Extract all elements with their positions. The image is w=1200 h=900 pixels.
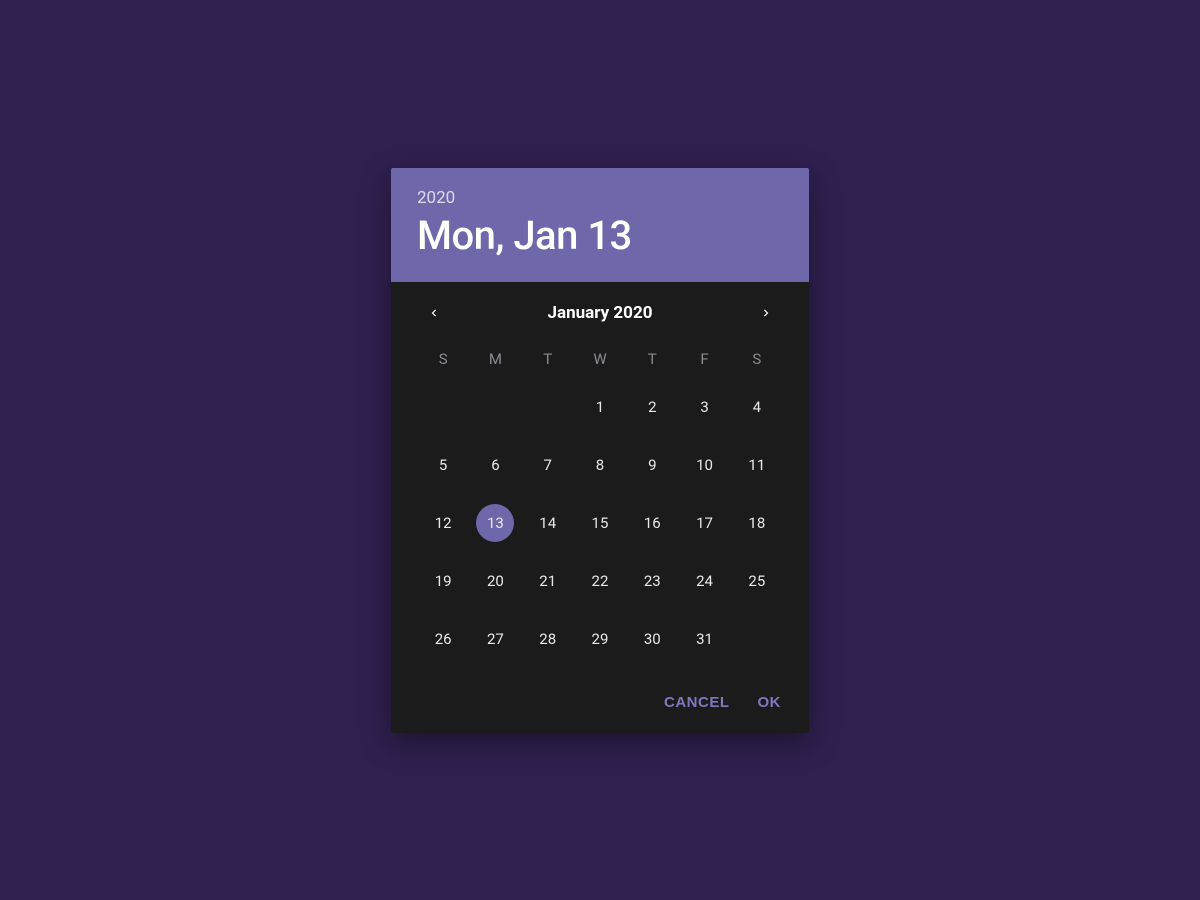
- calendar-day-label: 13: [487, 514, 504, 532]
- calendar-day-label: 27: [487, 630, 504, 648]
- calendar-day-label: 23: [644, 572, 661, 590]
- calendar-day-label: 25: [748, 572, 765, 590]
- calendar-day[interactable]: 28: [522, 620, 574, 658]
- calendar-day-label: 31: [696, 630, 713, 648]
- chevron-right-icon: [759, 306, 773, 320]
- weekday-header: S: [731, 350, 783, 368]
- calendar-day[interactable]: 8: [574, 446, 626, 484]
- calendar-day[interactable]: 13: [469, 504, 521, 542]
- calendar-day-label: 4: [753, 398, 761, 416]
- date-picker-header: 2020 Mon, Jan 13: [391, 168, 809, 282]
- calendar-empty-cell: [522, 388, 574, 426]
- calendar-day-label: 14: [539, 514, 556, 532]
- calendar-empty-cell: [469, 388, 521, 426]
- calendar-day[interactable]: 31: [678, 620, 730, 658]
- calendar-day[interactable]: 2: [626, 388, 678, 426]
- ok-button[interactable]: OK: [758, 694, 782, 711]
- calendar-day[interactable]: 29: [574, 620, 626, 658]
- calendar-day-label: 19: [435, 572, 452, 590]
- calendar-day[interactable]: 9: [626, 446, 678, 484]
- calendar-day[interactable]: 3: [678, 388, 730, 426]
- calendar-day[interactable]: 18: [731, 504, 783, 542]
- calendar-day-label: 2: [648, 398, 656, 416]
- calendar-day[interactable]: 26: [417, 620, 469, 658]
- calendar-body: January 2020 SMTWTFS12345678910111213141…: [391, 282, 809, 668]
- selected-date-display[interactable]: Mon, Jan 13: [417, 214, 783, 258]
- weekday-header: T: [522, 350, 574, 368]
- selected-year[interactable]: 2020: [417, 188, 783, 208]
- calendar-day[interactable]: 10: [678, 446, 730, 484]
- calendar-day[interactable]: 4: [731, 388, 783, 426]
- calendar-day[interactable]: 17: [678, 504, 730, 542]
- weekday-header: W: [574, 350, 626, 368]
- dialog-actions: Cancel OK: [391, 668, 809, 733]
- calendar-day[interactable]: 19: [417, 562, 469, 600]
- weekday-header: T: [626, 350, 678, 368]
- calendar-day[interactable]: 5: [417, 446, 469, 484]
- calendar-day-label: 20: [487, 572, 504, 590]
- month-title: January 2020: [548, 303, 653, 323]
- calendar-day[interactable]: 14: [522, 504, 574, 542]
- calendar-day-label: 7: [543, 456, 551, 474]
- weekday-header: S: [417, 350, 469, 368]
- calendar-day-label: 15: [592, 514, 609, 532]
- calendar-day[interactable]: 20: [469, 562, 521, 600]
- calendar-day-label: 10: [696, 456, 713, 474]
- calendar-day-label: 5: [439, 456, 447, 474]
- date-picker-dialog: 2020 Mon, Jan 13 January 2020 SMTWTFS123…: [391, 168, 809, 733]
- calendar-day[interactable]: 24: [678, 562, 730, 600]
- calendar-day-label: 22: [592, 572, 609, 590]
- calendar-day[interactable]: 6: [469, 446, 521, 484]
- calendar-day-label: 17: [696, 514, 713, 532]
- calendar-day-label: 28: [539, 630, 556, 648]
- calendar-day-label: 18: [748, 514, 765, 532]
- calendar-day-label: 1: [596, 398, 604, 416]
- calendar-day[interactable]: 21: [522, 562, 574, 600]
- calendar-day[interactable]: 23: [626, 562, 678, 600]
- calendar-day[interactable]: 27: [469, 620, 521, 658]
- calendar-day[interactable]: 15: [574, 504, 626, 542]
- calendar-day-label: 11: [748, 456, 765, 474]
- prev-month-button[interactable]: [423, 302, 445, 324]
- calendar-day-label: 9: [648, 456, 656, 474]
- calendar-day-label: 26: [435, 630, 452, 648]
- calendar-day[interactable]: 25: [731, 562, 783, 600]
- calendar-day-label: 16: [644, 514, 661, 532]
- calendar-day-label: 30: [644, 630, 661, 648]
- cancel-button[interactable]: Cancel: [664, 694, 730, 711]
- calendar-day-label: 12: [435, 514, 452, 532]
- calendar-day-label: 24: [696, 572, 713, 590]
- calendar-day[interactable]: 16: [626, 504, 678, 542]
- calendar-day-label: 29: [592, 630, 609, 648]
- calendar-day-label: 6: [491, 456, 499, 474]
- next-month-button[interactable]: [755, 302, 777, 324]
- calendar-day[interactable]: 12: [417, 504, 469, 542]
- calendar-day[interactable]: 1: [574, 388, 626, 426]
- calendar-day[interactable]: 7: [522, 446, 574, 484]
- weekday-header: F: [678, 350, 730, 368]
- calendar-day-label: 8: [596, 456, 604, 474]
- month-nav: January 2020: [417, 302, 783, 324]
- calendar-day[interactable]: 30: [626, 620, 678, 658]
- calendar-day-label: 21: [539, 572, 556, 590]
- weekday-header: M: [469, 350, 521, 368]
- calendar-empty-cell: [417, 388, 469, 426]
- calendar-day[interactable]: 22: [574, 562, 626, 600]
- calendar-day-label: 3: [700, 398, 708, 416]
- chevron-left-icon: [427, 306, 441, 320]
- calendar-grid: SMTWTFS123456789101112131415161718192021…: [417, 350, 783, 658]
- calendar-day[interactable]: 11: [731, 446, 783, 484]
